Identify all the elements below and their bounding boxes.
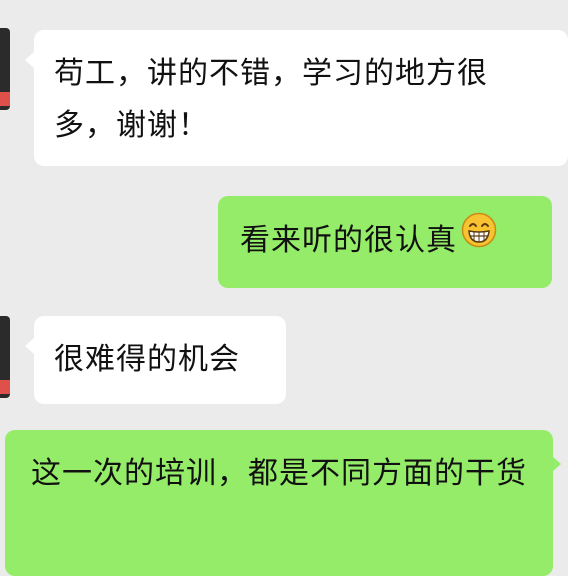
message-bubble[interactable]: 看来听的很认真 xyxy=(218,196,552,288)
grin-emoji-icon xyxy=(461,212,497,265)
sender-avatar[interactable] xyxy=(0,28,10,110)
bubble-tail xyxy=(25,52,34,68)
message-bubble[interactable]: 很难得的机会 xyxy=(34,316,286,404)
message-text: 很难得的机会 xyxy=(54,342,240,377)
sender-avatar[interactable] xyxy=(0,316,10,398)
bubble-tail xyxy=(552,456,561,472)
message-text: 苟工，讲的不错，学习的地方很多，谢谢！ xyxy=(54,56,488,143)
chat-transcript: 苟工，讲的不错，学习的地方很多，谢谢！ 看来听的很认真 很难得的机会 这一次的培… xyxy=(0,0,568,576)
message-bubble[interactable]: 苟工，讲的不错，学习的地方很多，谢谢！ xyxy=(34,30,568,166)
message-text: 看来听的很认真 xyxy=(240,223,457,258)
message-text: 这一次的培训，都是不同方面的干货 xyxy=(31,456,527,491)
bubble-tail xyxy=(25,338,34,354)
message-bubble[interactable]: 这一次的培训，都是不同方面的干货 xyxy=(5,430,553,576)
